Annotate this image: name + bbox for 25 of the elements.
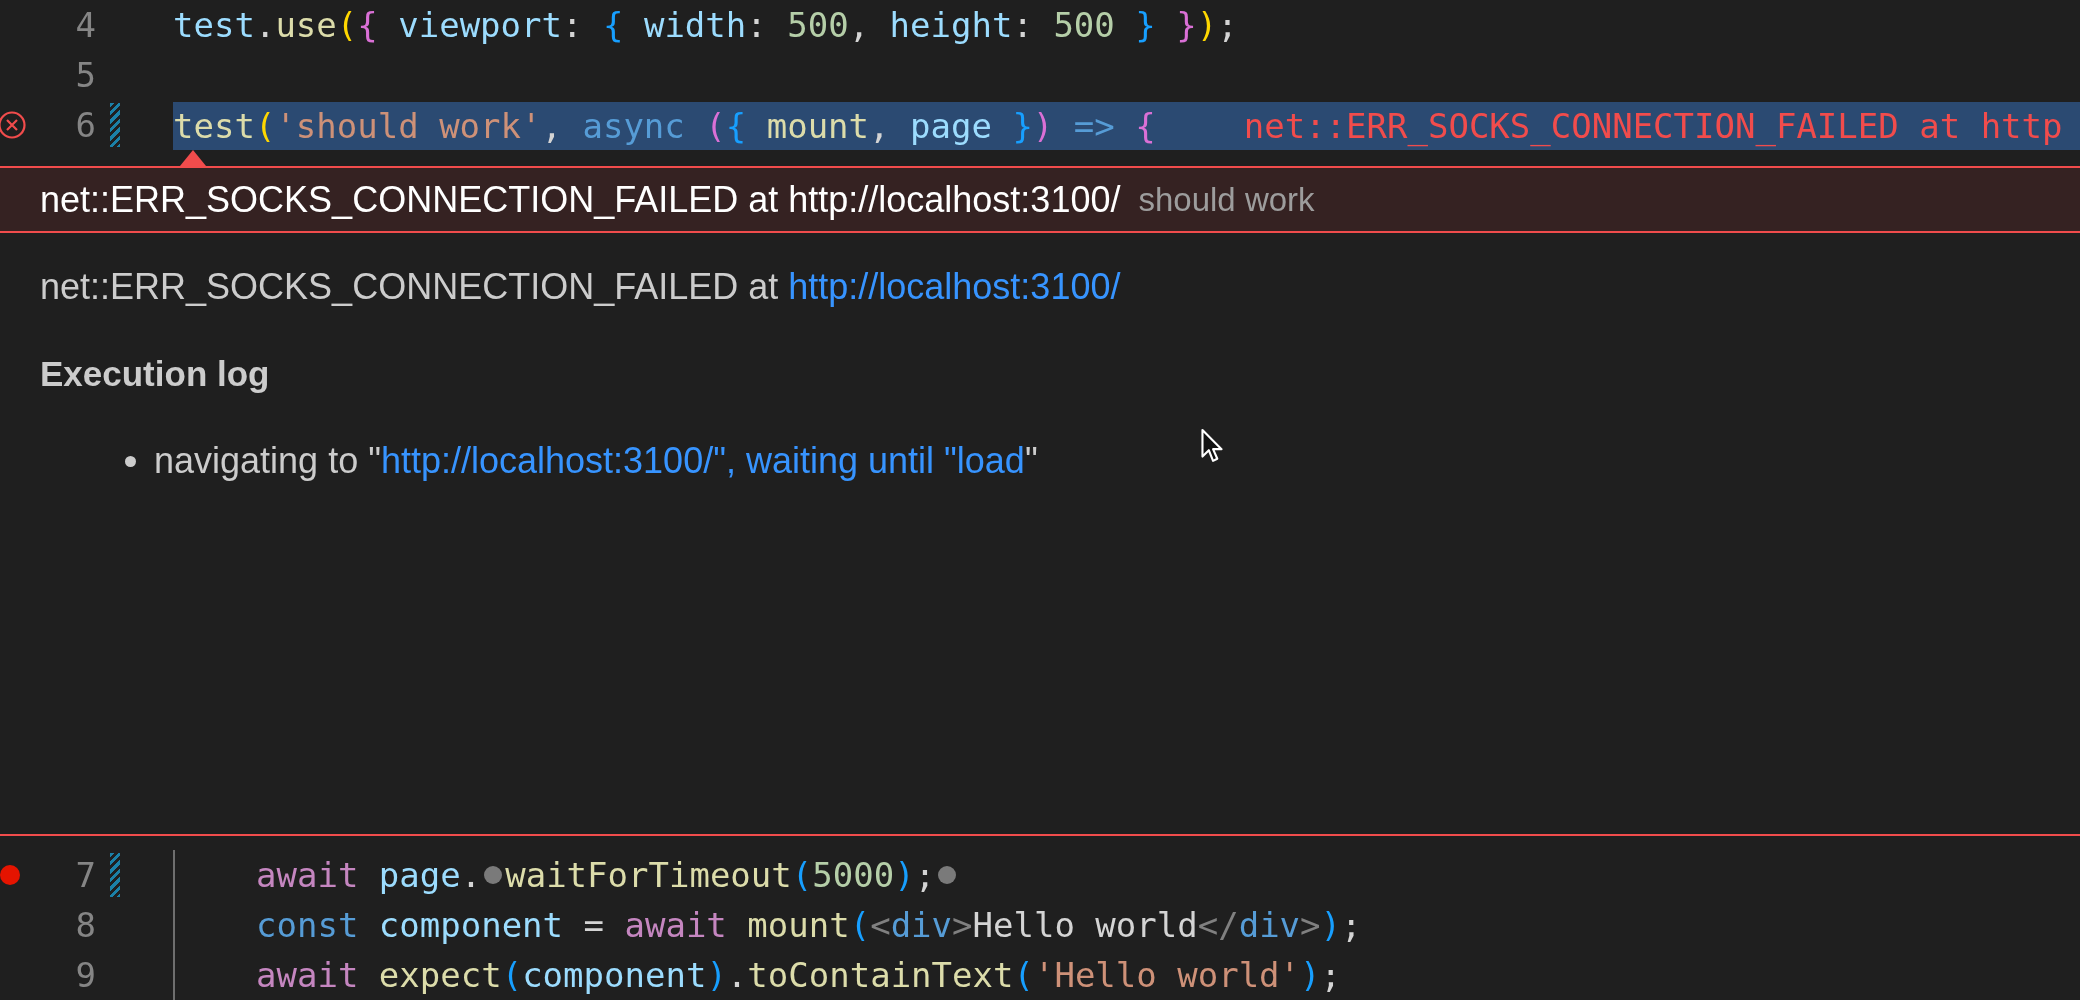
inline-error-message: net::ERR_SOCKS_CONNECTION_FAILED at http bbox=[1243, 105, 2063, 149]
bullet-icon bbox=[125, 455, 136, 467]
code-text: waitForTimeout(5000); bbox=[505, 854, 936, 897]
line-number: 6 bbox=[74, 104, 96, 147]
code-text: test('should work', async ({ mount, page }) => { bbox=[173, 105, 1156, 148]
line-number: 7 bbox=[74, 854, 96, 897]
error-message: net::ERR_SOCKS_CONNECTION_FAILED at http://localhost:3100/ bbox=[40, 266, 1122, 308]
line-number: 5 bbox=[74, 54, 96, 97]
line-number: 9 bbox=[74, 954, 96, 997]
link[interactable]: http://localhost:3100/ bbox=[788, 266, 1121, 307]
mouse-pointer-icon bbox=[1200, 428, 1224, 464]
line-number: 8 bbox=[74, 904, 96, 947]
peek-subtitle: should work bbox=[1138, 180, 1315, 219]
code-text: const component = await mount(<div>Hello world</div>); bbox=[256, 904, 1362, 947]
breakpoint-icon[interactable] bbox=[0, 865, 20, 885]
inline-breakpoint-icon[interactable] bbox=[938, 866, 957, 884]
code-text: test.use({ viewport: { width: 500, height: 500 } }); bbox=[173, 4, 1238, 47]
section-heading: Execution log bbox=[40, 354, 271, 394]
peek-title: net::ERR_SOCKS_CONNECTION_FAILED at http://localhost:3100/ bbox=[40, 178, 1121, 221]
code-text: await page. bbox=[256, 854, 482, 897]
line-number: 4 bbox=[74, 4, 96, 47]
inline-breakpoint-icon[interactable] bbox=[484, 866, 503, 884]
log-entry: navigating to "http://localhost:3100/", waiting until "load" bbox=[154, 440, 1038, 482]
link[interactable]: http://localhost:3100/", waiting until "load bbox=[380, 440, 1025, 481]
code-text: await expect(component).toContainText('Hello world'); bbox=[256, 954, 1341, 997]
